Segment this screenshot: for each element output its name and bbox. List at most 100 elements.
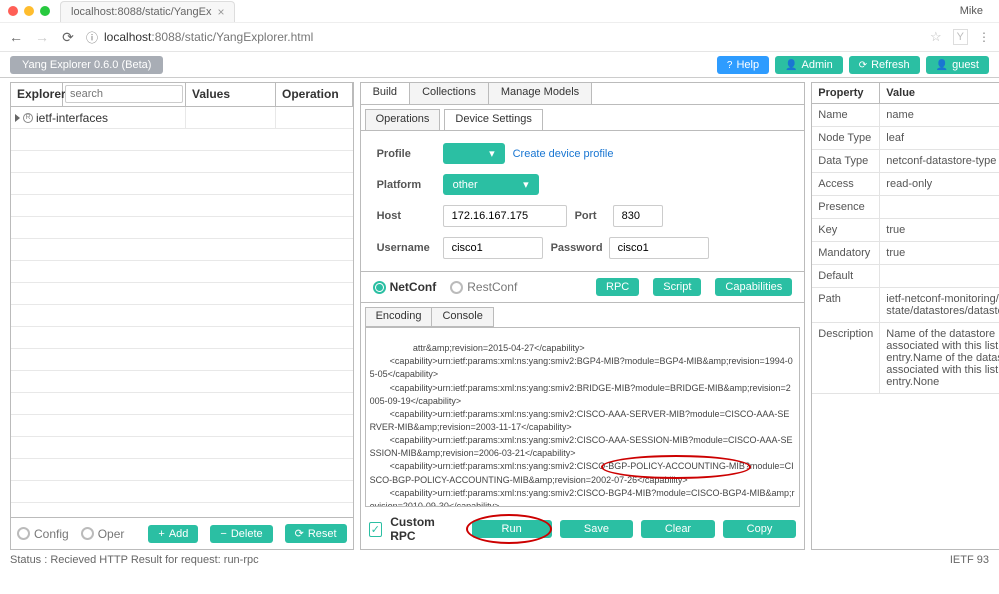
capabilities-button[interactable]: Capabilities xyxy=(715,278,792,296)
property-key: Description xyxy=(812,323,880,394)
tab-title: localhost:8088/static/YangEx xyxy=(71,6,211,18)
admin-button[interactable]: 👤Admin xyxy=(775,56,843,74)
platform-label: Platform xyxy=(377,179,435,191)
property-row: Namename xyxy=(812,104,999,127)
status-text: Status : Recieved HTTP Result for reques… xyxy=(10,554,259,566)
value-header: Value xyxy=(880,83,999,104)
oper-radio[interactable]: Oper xyxy=(81,527,125,541)
tab-console[interactable]: Console xyxy=(431,307,493,327)
profile-name[interactable]: Mike xyxy=(960,5,991,17)
netconf-radio[interactable]: NetConf xyxy=(373,280,437,294)
chevron-down-icon: ▾ xyxy=(489,147,495,160)
close-tab-icon[interactable]: × xyxy=(217,5,224,19)
password-input[interactable] xyxy=(609,237,709,259)
tab-collections[interactable]: Collections xyxy=(410,83,489,104)
property-row: DescriptionName of the datastore associa… xyxy=(812,323,999,394)
reset-icon: ⟳ xyxy=(295,527,304,540)
minimize-window-icon[interactable] xyxy=(24,6,34,16)
property-row: Accessread-only xyxy=(812,173,999,196)
search-input[interactable] xyxy=(65,85,183,103)
help-button[interactable]: ?Help xyxy=(717,56,769,74)
bookmark-icon[interactable]: ☆ xyxy=(929,28,943,46)
property-header: Property xyxy=(812,83,880,104)
model-tree[interactable]: R ietf-interfaces xyxy=(11,107,353,517)
copy-button[interactable]: Copy xyxy=(723,520,797,538)
explorer-panel: Explorer Values Operation R ietf-interfa… xyxy=(10,82,354,550)
rpc-button[interactable]: RPC xyxy=(596,278,639,296)
values-header: Values xyxy=(186,83,276,106)
property-value: Name of the datastore associated with th… xyxy=(880,323,999,394)
delete-button[interactable]: − Delete xyxy=(210,525,272,543)
tab-build[interactable]: Build xyxy=(361,83,410,104)
property-key: Key xyxy=(812,219,880,242)
tab-device-settings[interactable]: Device Settings xyxy=(444,109,542,130)
tab-manage-models[interactable]: Manage Models xyxy=(489,83,592,104)
port-label: Port xyxy=(575,210,605,222)
username-input[interactable] xyxy=(443,237,543,259)
save-button[interactable]: Save xyxy=(560,520,634,538)
center-panel: Build Collections Manage Models Operatio… xyxy=(360,82,806,550)
property-value: name xyxy=(880,104,999,127)
help-icon: ? xyxy=(727,60,733,71)
property-row: Presence xyxy=(812,196,999,219)
window-controls[interactable] xyxy=(8,6,50,16)
property-key: Presence xyxy=(812,196,880,219)
operation-header: Operation xyxy=(276,83,353,106)
property-key: Default xyxy=(812,265,880,288)
property-row: Pathietf-netconf-monitoring/netconf-stat… xyxy=(812,288,999,323)
reset-button[interactable]: ⟳ Reset xyxy=(285,524,347,543)
property-value: read-only xyxy=(880,173,999,196)
browser-chrome: localhost:8088/static/YangEx × Mike ← → … xyxy=(0,0,999,78)
extension-icon[interactable]: Y xyxy=(953,29,968,45)
property-row: Node Typeleaf xyxy=(812,127,999,150)
property-key: Access xyxy=(812,173,880,196)
property-value: ietf-netconf-monitoring/netconf-state/da… xyxy=(880,288,999,323)
add-button[interactable]: + Add xyxy=(148,525,198,543)
tree-label: ietf-interfaces xyxy=(36,111,108,125)
host-input[interactable] xyxy=(443,205,567,227)
refresh-button[interactable]: ⟳Refresh xyxy=(849,56,920,74)
user-icon: 👤 xyxy=(936,60,948,71)
back-icon[interactable]: ← xyxy=(8,29,24,45)
property-value xyxy=(880,196,999,219)
minus-icon: − xyxy=(220,528,226,540)
reload-icon[interactable]: ⟳ xyxy=(60,29,76,45)
tab-operations[interactable]: Operations xyxy=(365,109,441,130)
console-output[interactable]: attr&amp;revision=2015-04-27</capability… xyxy=(365,327,801,507)
expand-icon[interactable] xyxy=(15,114,20,122)
forward-icon[interactable]: → xyxy=(34,29,50,45)
guest-button[interactable]: 👤guest xyxy=(926,56,989,74)
tree-row[interactable]: R ietf-interfaces xyxy=(11,107,353,129)
clear-button[interactable]: Clear xyxy=(641,520,715,538)
property-value: true xyxy=(880,219,999,242)
profile-select[interactable]: ▾ xyxy=(443,143,505,164)
password-label: Password xyxy=(551,242,601,254)
create-profile-link[interactable]: Create device profile xyxy=(513,148,614,160)
custom-rpc-checkbox[interactable]: ✓ xyxy=(369,522,383,537)
run-button[interactable]: Run xyxy=(472,520,552,538)
address-bar[interactable]: ⓘ localhost:8088/static/YangExplorer.htm… xyxy=(86,29,919,46)
close-window-icon[interactable] xyxy=(8,6,18,16)
tab-encoding[interactable]: Encoding xyxy=(365,307,432,327)
property-row: Keytrue xyxy=(812,219,999,242)
property-panel: PropertyValue NamenameNode TypeleafData … xyxy=(811,82,999,550)
status-bar: Status : Recieved HTTP Result for reques… xyxy=(0,550,999,570)
property-value: netconf-datastore-type xyxy=(880,150,999,173)
username-label: Username xyxy=(377,242,435,254)
property-row: Default xyxy=(812,265,999,288)
profile-label: Profile xyxy=(377,148,435,160)
menu-icon[interactable]: ⋮ xyxy=(978,30,991,44)
restconf-radio[interactable]: RestConf xyxy=(450,280,517,294)
property-key: Node Type xyxy=(812,127,880,150)
device-form: Profile ▾ Create device profile Platform… xyxy=(361,131,805,272)
property-key: Mandatory xyxy=(812,242,880,265)
browser-tab[interactable]: localhost:8088/static/YangEx × xyxy=(60,1,235,22)
port-input[interactable] xyxy=(613,205,663,227)
site-info-icon[interactable]: ⓘ xyxy=(86,29,98,46)
property-row: Data Typenetconf-datastore-type xyxy=(812,150,999,173)
maximize-window-icon[interactable] xyxy=(40,6,50,16)
property-value xyxy=(880,265,999,288)
config-radio[interactable]: Config xyxy=(17,527,69,541)
script-button[interactable]: Script xyxy=(653,278,701,296)
platform-select[interactable]: other▾ xyxy=(443,174,539,195)
